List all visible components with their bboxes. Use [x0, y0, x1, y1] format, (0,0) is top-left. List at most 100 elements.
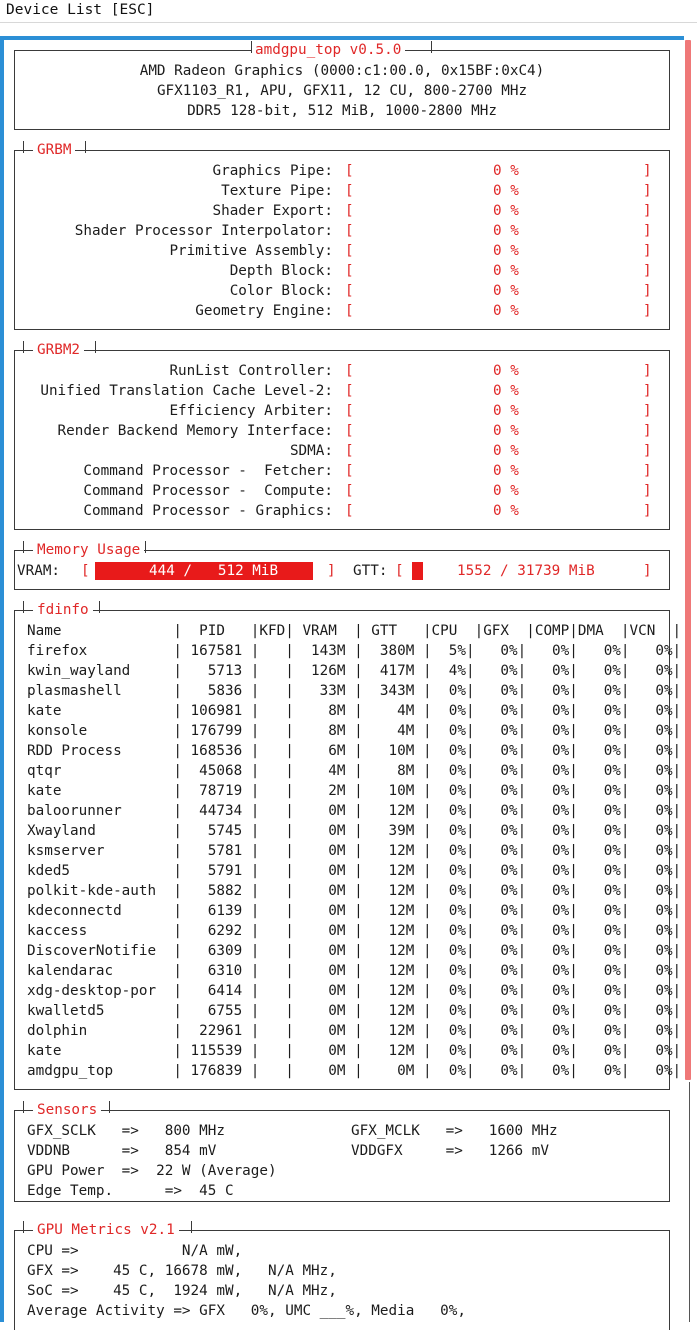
grbm-bracket-open: [: [345, 263, 354, 279]
process-row[interactable]: kate | 106981 | | 8M | 4M | 0%| 0%| 0%| …: [27, 701, 681, 721]
sensor-right: GFX_MCLK => 1600 MHz: [351, 1123, 558, 1139]
grbm-bracket-close: ]: [643, 183, 652, 199]
process-row[interactable]: kded5 | 5791 | | 0M | 12M | 0%| 0%| 0%| …: [27, 861, 681, 881]
grbm-panel: GRBM Graphics Pipe: [0 %] Texture Pipe: [0 …: [14, 140, 670, 330]
process-row[interactable]: Xwayland | 5745 | | 0M | 39M | 0%| 0%| 0…: [27, 821, 681, 841]
grbm-label: Primitive Assembly:: [169, 243, 333, 259]
process-row[interactable]: polkit-kde-auth | 5882 | | 0M | 12M | 0%…: [27, 881, 681, 901]
grbm2-bracket-close: ]: [643, 403, 652, 419]
grbm-value: 0 %: [493, 183, 519, 199]
sensors-panel: Sensors GFX_SCLK => 800 MHz GFX_MCLK => 1…: [14, 1100, 670, 1202]
scrollbar-thumb[interactable]: [685, 40, 691, 1080]
process-row[interactable]: plasmashell | 5836 | | 33M | 343M | 0%| …: [27, 681, 681, 701]
gpu-metrics-panel: GPU Metrics v2.1 CPU => N/A mW, GFX => 45…: [14, 1220, 670, 1330]
process-row[interactable]: kdeconnectd | 6139 | | 0M | 12M | 0%| 0%…: [27, 901, 681, 921]
device-list-bar[interactable]: Device List [ESC]: [0, 0, 697, 23]
grbm2-label: Command Processor - Fetcher:: [83, 463, 333, 479]
grbm-tick-right: [85, 141, 86, 153]
grbm-bracket-open: [: [345, 223, 354, 239]
fdinfo-panel: fdinfo Name | PID |KFD| VRAM | GTT |CPU …: [14, 600, 681, 1090]
memory-tick-right: [145, 541, 146, 553]
process-row[interactable]: dolphin | 22961 | | 0M | 12M | 0%| 0%| 0…: [27, 1021, 681, 1041]
grbm-row: Shader Export: [0 %]: [15, 201, 669, 221]
grbm-value: 0 %: [493, 203, 519, 219]
grbm2-row: Render Backend Memory Interface: [0 %]: [15, 421, 669, 441]
sensor-left: VDDNB => 854 mV: [27, 1143, 217, 1159]
grbm-bracket-close: ]: [643, 163, 652, 179]
grbm2-value: 0 %: [493, 443, 519, 459]
sensors-title: Sensors: [33, 1100, 102, 1120]
memory-usage-panel: Memory Usage VRAM: [ 444 / 512 MiB ] GTT…: [14, 540, 670, 590]
fdinfo-title: fdinfo: [33, 600, 93, 620]
sensor-row: GFX_SCLK => 800 MHz GFX_MCLK => 1600 MHz: [27, 1121, 667, 1141]
vram-value: 444 / 512 MiB: [149, 563, 279, 579]
grbm-value: 0 %: [493, 283, 519, 299]
device-name: AMD Radeon Graphics (0000:c1:00.0, 0x15B…: [139, 63, 545, 79]
sensors-tick-right: [109, 1101, 110, 1113]
grbm2-row: Command Processor - Compute: [0 %]: [15, 481, 669, 501]
grbm-bracket-open: [: [345, 283, 354, 299]
gpu-metrics-title: GPU Metrics v2.1: [33, 1220, 179, 1240]
grbm-bracket-open: [: [345, 163, 354, 179]
process-row[interactable]: qtqr | 45068 | | 4M | 8M | 0%| 0%| 0%| 0…: [27, 761, 681, 781]
grbm2-label: Efficiency Arbiter:: [169, 403, 333, 419]
title-tick-right: [431, 41, 432, 53]
process-row[interactable]: RDD Process | 168536 | | 6M | 10M | 0%| …: [27, 741, 681, 761]
sensors-tick-left: [23, 1101, 24, 1113]
grbm-value: 0 %: [493, 263, 519, 279]
title-tick-left: [251, 41, 252, 53]
gtt-bracket-open: [: [395, 563, 404, 579]
grbm2-value: 0 %: [493, 403, 519, 419]
sensor-row: Edge Temp. => 45 C: [27, 1181, 667, 1201]
process-row[interactable]: DiscoverNotifie | 6309 | | 0M | 12M | 0%…: [27, 941, 681, 961]
grbm-row: Depth Block: [0 %]: [15, 261, 669, 281]
metric-row: Average Activity => GFX 0%, UMC ___%, Me…: [27, 1303, 466, 1319]
grbm-bracket-open: [: [345, 303, 354, 319]
grbm-label: Texture Pipe:: [221, 183, 333, 199]
grbm-label: Color Block:: [229, 283, 333, 299]
grbm2-row: Unified Translation Cache Level-2: [0 %]: [15, 381, 669, 401]
process-row[interactable]: kate | 115539 | | 0M | 12M | 0%| 0%| 0%|…: [27, 1041, 681, 1061]
sensor-left: Edge Temp. => 45 C: [27, 1183, 234, 1199]
gtt-bracket-close: ]: [643, 563, 652, 579]
memory-row: VRAM: [ 444 / 512 MiB ] GTT: [ 1552 / 31…: [15, 561, 669, 581]
device-list-button[interactable]: Device List [ESC]: [6, 2, 154, 18]
fdinfo-tick-right: [99, 601, 100, 613]
process-row[interactable]: baloorunner | 44734 | | 0M | 12M | 0%| 0…: [27, 801, 681, 821]
grbm-row: Geometry Engine: [0 %]: [15, 301, 669, 321]
grbm2-row: RunList Controller: [0 %]: [15, 361, 669, 381]
grbm-bracket-close: ]: [643, 303, 652, 319]
grbm2-bracket-close: ]: [643, 443, 652, 459]
grbm2-bracket-close: ]: [643, 483, 652, 499]
gtt-usage-bar: [412, 562, 423, 580]
process-row[interactable]: kate | 78719 | | 2M | 10M | 0%| 0%| 0%| …: [27, 781, 681, 801]
grbm2-value: 0 %: [493, 463, 519, 479]
process-row[interactable]: amdgpu_top | 176839 | | 0M | 0M | 0%| 0%…: [27, 1061, 681, 1081]
metric-row: CPU => N/A mW,: [27, 1243, 243, 1259]
metrics-tick-left: [23, 1221, 24, 1233]
grbm-title: GRBM: [33, 140, 76, 160]
metric-row: GFX => 45 C, 16678 mW, N/A MHz,: [27, 1263, 337, 1279]
grbm2-label: SDMA:: [289, 443, 333, 459]
process-row[interactable]: kalendarac | 6310 | | 0M | 12M | 0%| 0%|…: [27, 961, 681, 981]
grbm-value: 0 %: [493, 303, 519, 319]
gtt-value: 1552 / 31739 MiB: [457, 563, 595, 579]
process-row[interactable]: firefox | 167581 | | 143M | 380M | 5%| 0…: [27, 641, 681, 661]
process-row[interactable]: ksmserver | 5781 | | 0M | 12M | 0%| 0%| …: [27, 841, 681, 861]
process-row[interactable]: xdg-desktop-por | 6414 | | 0M | 12M | 0%…: [27, 981, 681, 1001]
grbm-bracket-close: ]: [643, 203, 652, 219]
grbm-label: Geometry Engine:: [195, 303, 333, 319]
process-row[interactable]: kaccess | 6292 | | 0M | 12M | 0%| 0%| 0%…: [27, 921, 681, 941]
grbm-bracket-close: ]: [643, 263, 652, 279]
vram-label: VRAM:: [17, 563, 61, 579]
memory-tick-left: [23, 541, 24, 553]
metric-row: SoC => 45 C, 1924 mW, N/A MHz,: [27, 1283, 337, 1299]
process-row[interactable]: kwalletd5 | 6755 | | 0M | 12M | 0%| 0%| …: [27, 1001, 681, 1021]
grbm2-tick-right: [95, 341, 96, 353]
grbm2-value: 0 %: [493, 503, 519, 519]
fdinfo-header: Name | PID |KFD| VRAM | GTT |CPU |GFX |C…: [27, 623, 682, 639]
process-row[interactable]: konsole | 176799 | | 8M | 4M | 0%| 0%| 0…: [27, 721, 681, 741]
sensor-left: GPU Power => 22 W (Average): [27, 1163, 277, 1179]
process-row[interactable]: kwin_wayland | 5713 | | 126M | 417M | 4%…: [27, 661, 681, 681]
grbm2-row: Command Processor - Fetcher: [0 %]: [15, 461, 669, 481]
